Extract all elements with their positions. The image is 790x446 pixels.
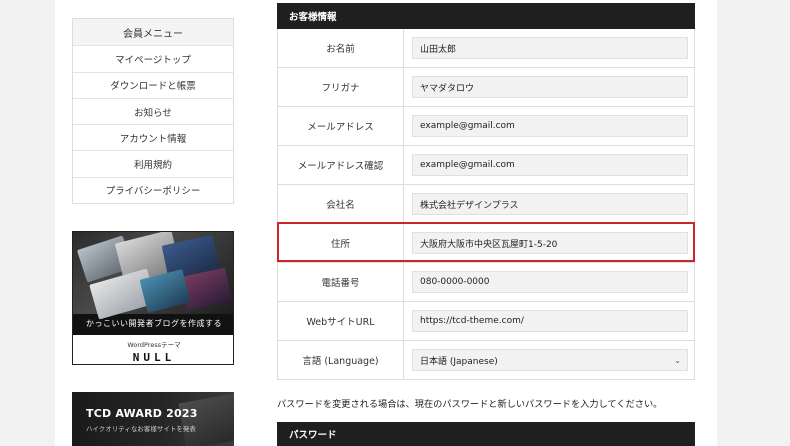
address-label: 住所 [278, 224, 404, 262]
website-label: WebサイトURL [278, 302, 404, 340]
form-row-phone: 電話番号 080-0000-0000 [278, 263, 694, 302]
customer-info-header: お客様情報 [277, 3, 695, 29]
form-row-website: WebサイトURL https://tcd-theme.com/ [278, 302, 694, 341]
language-selected-value: 日本語 (Japanese) [420, 356, 498, 367]
company-label: 会社名 [278, 185, 404, 223]
chevron-down-icon: ⌄ [674, 355, 681, 365]
menu-item-account-info[interactable]: アカウント情報 [73, 124, 233, 150]
menu-item-downloads-invoices[interactable]: ダウンロードと帳票 [73, 71, 233, 98]
furigana-label: フリガナ [278, 68, 404, 106]
password-section-header: パスワード [277, 422, 695, 446]
form-row-furigana: フリガナ ヤマダタロウ [278, 68, 694, 107]
menu-item-terms[interactable]: 利用規約 [73, 150, 233, 176]
language-select[interactable]: 日本語 (Japanese) ⌄ [412, 349, 688, 371]
banner-artwork [73, 232, 233, 320]
language-label: 言語 (Language) [278, 341, 404, 379]
member-menu: 会員メニュー マイページトップ ダウンロードと帳票 お知らせ アカウント情報 利… [72, 18, 234, 205]
website-url-field[interactable]: https://tcd-theme.com/ [412, 310, 688, 332]
banner-tagline: かっこいい開発者ブログを作成する [86, 319, 222, 328]
email-confirm-field[interactable]: example@gmail.com [412, 154, 688, 176]
email-label: メールアドレス [278, 107, 404, 145]
address-field[interactable]: 大阪府大阪市中央区瓦屋町1-5-20 [412, 232, 688, 254]
menu-item-mypage-top[interactable]: マイページトップ [73, 45, 233, 71]
name-field[interactable]: 山田太郎 [412, 37, 688, 59]
menu-item-news[interactable]: お知らせ [73, 97, 233, 124]
banner-subtitle: ハイクオリティなお客様サイトを発表 [86, 425, 196, 433]
banner-title: TCD AWARD 2023 [86, 407, 198, 420]
customer-info-form: お名前 山田太郎 フリガナ ヤマダタロウ メールアドレス example@gma… [277, 29, 695, 380]
company-field[interactable]: 株式会社デザインプラス [412, 193, 688, 215]
member-menu-title: 会員メニュー [73, 19, 233, 46]
form-row-company: 会社名 株式会社デザインプラス [278, 185, 694, 224]
banner-footer: WordPressテーマ NULL [73, 335, 233, 364]
password-change-note: パスワードを変更される場合は、現在のパスワードと新しいパスワードを入力してくださ… [277, 399, 663, 410]
form-row-language: 言語 (Language) 日本語 (Japanese) ⌄ [278, 341, 694, 380]
name-label: お名前 [278, 29, 404, 67]
null-theme-banner[interactable]: かっこいい開発者ブログを作成する WordPressテーマ NULL [72, 231, 234, 365]
banner-subtitle: WordPressテーマ [127, 341, 181, 349]
furigana-field[interactable]: ヤマダタロウ [412, 76, 688, 98]
tcd-award-banner[interactable]: TCD AWARD 2023 ハイクオリティなお客様サイトを発表 [72, 392, 234, 446]
form-row-email-confirm: メールアドレス確認 example@gmail.com [278, 146, 694, 185]
menu-item-privacy-policy[interactable]: プライバシーポリシー [73, 176, 233, 203]
phone-label: 電話番号 [278, 263, 404, 301]
form-row-email: メールアドレス example@gmail.com [278, 107, 694, 146]
form-row-name: お名前 山田太郎 [278, 29, 694, 68]
banner-theme-name: NULL [132, 351, 176, 364]
email-confirm-label: メールアドレス確認 [278, 146, 404, 184]
phone-field[interactable]: 080-0000-0000 [412, 271, 688, 293]
form-row-address: 住所 大阪府大阪市中央区瓦屋町1-5-20 [278, 224, 694, 263]
email-field[interactable]: example@gmail.com [412, 115, 688, 137]
